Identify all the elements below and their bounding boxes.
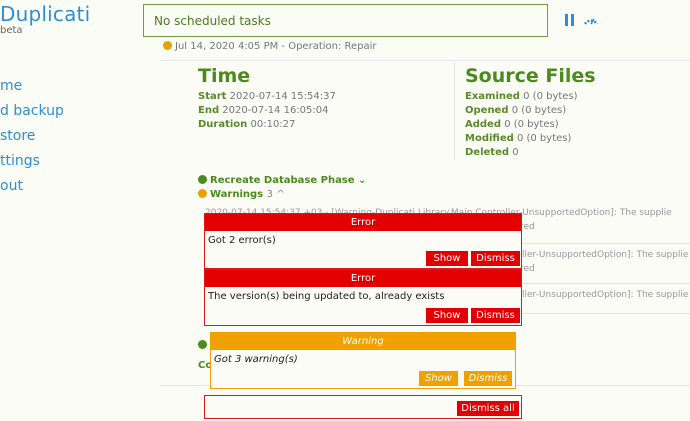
warnings-count: 3 [266, 189, 273, 200]
log-line: red [520, 222, 535, 232]
show-button[interactable]: Show [426, 251, 468, 266]
check-circle-icon [198, 175, 207, 184]
modified-row: Modified 0 (0 bytes) [465, 133, 571, 144]
opened-row: Opened 0 (0 bytes) [465, 105, 566, 116]
opened-label: Opened [465, 105, 509, 116]
error-notification: Error The version(s) being updated to, a… [204, 269, 522, 326]
deleted-value: 0 [512, 147, 519, 158]
warning-icon [198, 189, 207, 198]
error-notification: Error Got 2 error(s) Show Dismiss [204, 213, 522, 269]
dismiss-button[interactable]: Dismiss [471, 308, 520, 323]
sidebar-item-about[interactable]: out [0, 178, 140, 203]
scheduled-tasks-text: No scheduled tasks [154, 14, 271, 28]
log-row-divider [520, 283, 690, 284]
added-value: 0 (0 bytes) [504, 119, 559, 130]
sidebar-item-add-backup[interactable]: d backup [0, 103, 140, 128]
added-row: Added 0 (0 bytes) [465, 119, 559, 130]
chevron-up-icon: ^ [276, 189, 285, 200]
notification-title: Error [205, 214, 521, 231]
deleted-label: Deleted [465, 147, 510, 158]
dismiss-all-bar: Dismiss all [204, 395, 522, 419]
examined-value: 0 (0 bytes) [523, 91, 578, 102]
notification-title: Error [205, 270, 521, 287]
modified-value: 0 (0 bytes) [516, 133, 572, 144]
top-header: Duplicati beta No scheduled tasks [0, 0, 690, 46]
start-label: Start [198, 91, 227, 102]
warning-notification: Warning Got 3 warning(s) Show Dismiss [210, 332, 516, 389]
phase-label: Recreate Database Phase [210, 175, 355, 186]
opened-value: 0 (0 bytes) [511, 105, 567, 116]
end-label: End [198, 105, 220, 116]
duration-label: Duration [198, 119, 248, 130]
completed-status [198, 333, 210, 352]
log-line: ller-UnsupportedOption]: The supplie [522, 290, 689, 300]
dismiss-button[interactable]: Dismiss [464, 371, 512, 386]
operation-line: Jul 14, 2020 4:05 PM - Operation: Repair [163, 41, 377, 52]
duration-value: 00:10:27 [250, 119, 296, 130]
sidebar-menu: me d backup store ttings out [0, 78, 140, 203]
examined-row: Examined 0 (0 bytes) [465, 91, 578, 102]
log-line: red [520, 264, 535, 274]
header-divider [160, 60, 690, 61]
start-value: 2020-07-14 15:54:37 [229, 91, 336, 102]
deleted-row: Deleted 0 [465, 147, 519, 158]
added-label: Added [465, 119, 501, 130]
throttle-icon[interactable] [583, 12, 599, 26]
section-separator [454, 62, 455, 160]
notification-message: Got 3 warning(s) [214, 354, 298, 365]
warning-status-icon [163, 41, 172, 50]
chevron-down-icon: ⌄ [358, 175, 367, 186]
show-button[interactable]: Show [419, 371, 458, 386]
notification-message: The version(s) being updated to, already… [208, 291, 445, 302]
app-subtitle: beta [0, 25, 23, 36]
notification-title: Warning [211, 333, 515, 350]
log-line: ller-UnsupportedOption]: The supplie [522, 250, 689, 260]
notification-message: Got 2 error(s) [208, 235, 276, 246]
sidebar-item-restore[interactable]: store [0, 128, 140, 153]
examined-label: Examined [465, 91, 520, 102]
time-title: Time [198, 65, 251, 87]
end-row: End 2020-07-14 16:05:04 [198, 105, 329, 116]
show-button[interactable]: Show [426, 308, 468, 323]
check-circle-icon [198, 340, 207, 349]
dismiss-all-button[interactable]: Dismiss all [457, 401, 519, 416]
app-title[interactable]: Duplicati [0, 2, 90, 26]
duration-row: Duration 00:10:27 [198, 119, 295, 130]
sidebar-item-home[interactable]: me [0, 78, 140, 103]
source-files-title: Source Files [465, 65, 596, 87]
start-row: Start 2020-07-14 15:54:37 [198, 91, 336, 102]
operation-line-text: Jul 14, 2020 4:05 PM - Operation: Repair [175, 41, 377, 52]
log-row-divider [520, 313, 690, 314]
warnings-toggle[interactable]: Warnings 3 ^ [198, 189, 285, 200]
scheduled-tasks-box: No scheduled tasks [143, 4, 548, 37]
modified-label: Modified [465, 133, 514, 144]
sidebar-item-settings[interactable]: ttings [0, 153, 140, 178]
log-row-divider [520, 243, 690, 244]
pause-icon[interactable] [565, 14, 575, 26]
warnings-label: Warnings [210, 189, 264, 200]
dismiss-button[interactable]: Dismiss [471, 251, 520, 266]
end-value: 2020-07-14 16:05:04 [222, 105, 329, 116]
recreate-database-phase-toggle[interactable]: Recreate Database Phase ⌄ [198, 175, 366, 186]
